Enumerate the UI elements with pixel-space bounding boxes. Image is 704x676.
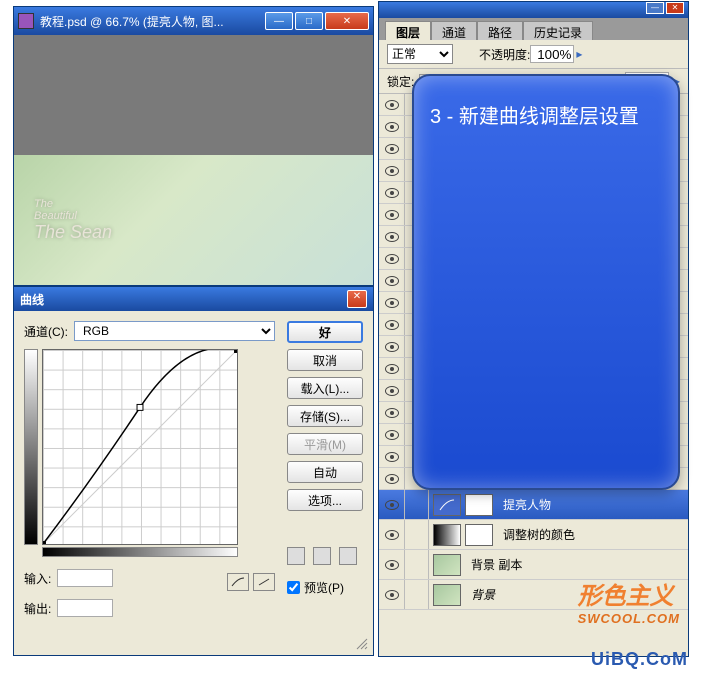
- document-title: 教程.psd @ 66.7% (提亮人物, 图...: [40, 13, 265, 30]
- curve-draw-mode-button[interactable]: [253, 573, 275, 591]
- watermark-site: UiBQ.CoM: [591, 649, 688, 670]
- close-button[interactable]: ✕: [325, 12, 369, 30]
- smooth-button: 平滑(M): [287, 433, 363, 455]
- panel-tabs: 图层 通道 路径 历史记录: [379, 18, 688, 40]
- visibility-eye-icon[interactable]: [385, 474, 399, 484]
- panel-titlebar[interactable]: — ✕: [379, 2, 688, 18]
- visibility-eye-icon[interactable]: [385, 254, 399, 264]
- tab-channels[interactable]: 通道: [431, 21, 477, 40]
- panel-close-button[interactable]: ✕: [666, 2, 684, 14]
- layer-thumbnail: [433, 554, 461, 576]
- lock-label: 锁定:: [387, 73, 414, 90]
- visibility-eye-icon[interactable]: [385, 408, 399, 418]
- layer-name[interactable]: 调整树的颜色: [497, 526, 688, 543]
- visibility-eye-icon[interactable]: [385, 276, 399, 286]
- layer-mask-thumbnail: [465, 494, 493, 516]
- visibility-eye-icon[interactable]: [385, 430, 399, 440]
- visibility-eye-icon[interactable]: [385, 364, 399, 374]
- tab-layers[interactable]: 图层: [385, 21, 431, 40]
- channel-label: 通道(C):: [24, 323, 68, 340]
- canvas-image[interactable]: The Beautiful The Sean: [14, 155, 373, 285]
- document-titlebar[interactable]: 教程.psd @ 66.7% (提亮人物, 图... — □ ✕: [14, 7, 373, 35]
- maximize-button[interactable]: □: [295, 12, 323, 30]
- window-controls: — □ ✕: [265, 12, 369, 30]
- save-button[interactable]: 存储(S)...: [287, 405, 363, 427]
- levels-adjustment-icon: [433, 524, 461, 546]
- opacity-input[interactable]: [530, 45, 574, 63]
- options-button[interactable]: 选项...: [287, 489, 363, 511]
- visibility-eye-icon[interactable]: [385, 144, 399, 154]
- output-field[interactable]: [57, 599, 113, 617]
- layer-blend-row: 正常 不透明度: ▸: [379, 40, 688, 69]
- load-button[interactable]: 载入(L)...: [287, 377, 363, 399]
- visibility-eye-icon[interactable]: [385, 386, 399, 396]
- ok-button[interactable]: 好: [287, 321, 363, 343]
- preview-checkbox[interactable]: [287, 581, 300, 594]
- document-body: The Beautiful The Sean: [14, 35, 373, 285]
- visibility-eye-icon[interactable]: [385, 452, 399, 462]
- visibility-eye-icon[interactable]: [385, 590, 399, 600]
- layer-row[interactable]: 调整树的颜色: [379, 520, 688, 550]
- curves-dialog: 曲线 ✕ 通道(C): RGB: [13, 286, 374, 656]
- black-point-eyedropper-icon[interactable]: [287, 547, 305, 565]
- annotation-text: 3 - 新建曲线调整层设置: [430, 100, 662, 129]
- output-label: 输出:: [24, 600, 51, 617]
- layer-mask-thumbnail: [465, 524, 493, 546]
- opacity-label: 不透明度:: [479, 46, 530, 63]
- channel-select[interactable]: RGB: [74, 321, 275, 341]
- visibility-eye-icon[interactable]: [385, 530, 399, 540]
- auto-button[interactable]: 自动: [287, 461, 363, 483]
- white-point-eyedropper-icon[interactable]: [339, 547, 357, 565]
- visibility-eye-icon[interactable]: [385, 188, 399, 198]
- curves-adjustment-icon: [433, 494, 461, 516]
- visibility-eye-icon[interactable]: [385, 166, 399, 176]
- layer-row-selected[interactable]: 提亮人物: [379, 490, 688, 520]
- opacity-flyout-icon[interactable]: ▸: [576, 47, 582, 61]
- visibility-eye-icon[interactable]: [385, 100, 399, 110]
- resize-grip-icon[interactable]: [355, 637, 369, 651]
- document-window: 教程.psd @ 66.7% (提亮人物, 图... — □ ✕ The Bea…: [13, 6, 374, 286]
- canvas-background: [14, 35, 373, 155]
- layer-name[interactable]: 背景 副本: [465, 556, 688, 573]
- app-icon: [18, 13, 34, 29]
- visibility-eye-icon[interactable]: [385, 122, 399, 132]
- output-gradient: [24, 349, 38, 545]
- input-label: 输入:: [24, 570, 51, 587]
- watermark-brand: 形色主义 SWCOOL.COM: [578, 576, 680, 626]
- input-gradient: [42, 547, 238, 557]
- visibility-eye-icon[interactable]: [385, 210, 399, 220]
- curve-point-mode-button[interactable]: [227, 573, 249, 591]
- visibility-eye-icon[interactable]: [385, 342, 399, 352]
- tab-paths[interactable]: 路径: [477, 21, 523, 40]
- dialog-title: 曲线: [20, 291, 347, 308]
- visibility-eye-icon[interactable]: [385, 320, 399, 330]
- cancel-button[interactable]: 取消: [287, 349, 363, 371]
- gray-point-eyedropper-icon[interactable]: [313, 547, 331, 565]
- image-text: The Beautiful The Sean: [34, 198, 112, 243]
- tab-history[interactable]: 历史记录: [523, 21, 593, 40]
- dialog-titlebar[interactable]: 曲线 ✕: [14, 287, 373, 311]
- panel-minimize-button[interactable]: —: [646, 2, 664, 14]
- visibility-eye-icon[interactable]: [385, 232, 399, 242]
- layer-thumbnail: [433, 584, 461, 606]
- preview-label: 预览(P): [304, 579, 344, 596]
- annotation-overlay: 3 - 新建曲线调整层设置: [412, 74, 680, 490]
- layer-name[interactable]: 提亮人物: [497, 496, 688, 513]
- dialog-close-button[interactable]: ✕: [347, 290, 367, 308]
- visibility-eye-icon[interactable]: [385, 560, 399, 570]
- visibility-eye-icon[interactable]: [385, 298, 399, 308]
- input-field[interactable]: [57, 569, 113, 587]
- curves-graph[interactable]: [42, 349, 238, 545]
- visibility-eye-icon[interactable]: [385, 500, 399, 510]
- minimize-button[interactable]: —: [265, 12, 293, 30]
- blend-mode-select[interactable]: 正常: [387, 44, 453, 64]
